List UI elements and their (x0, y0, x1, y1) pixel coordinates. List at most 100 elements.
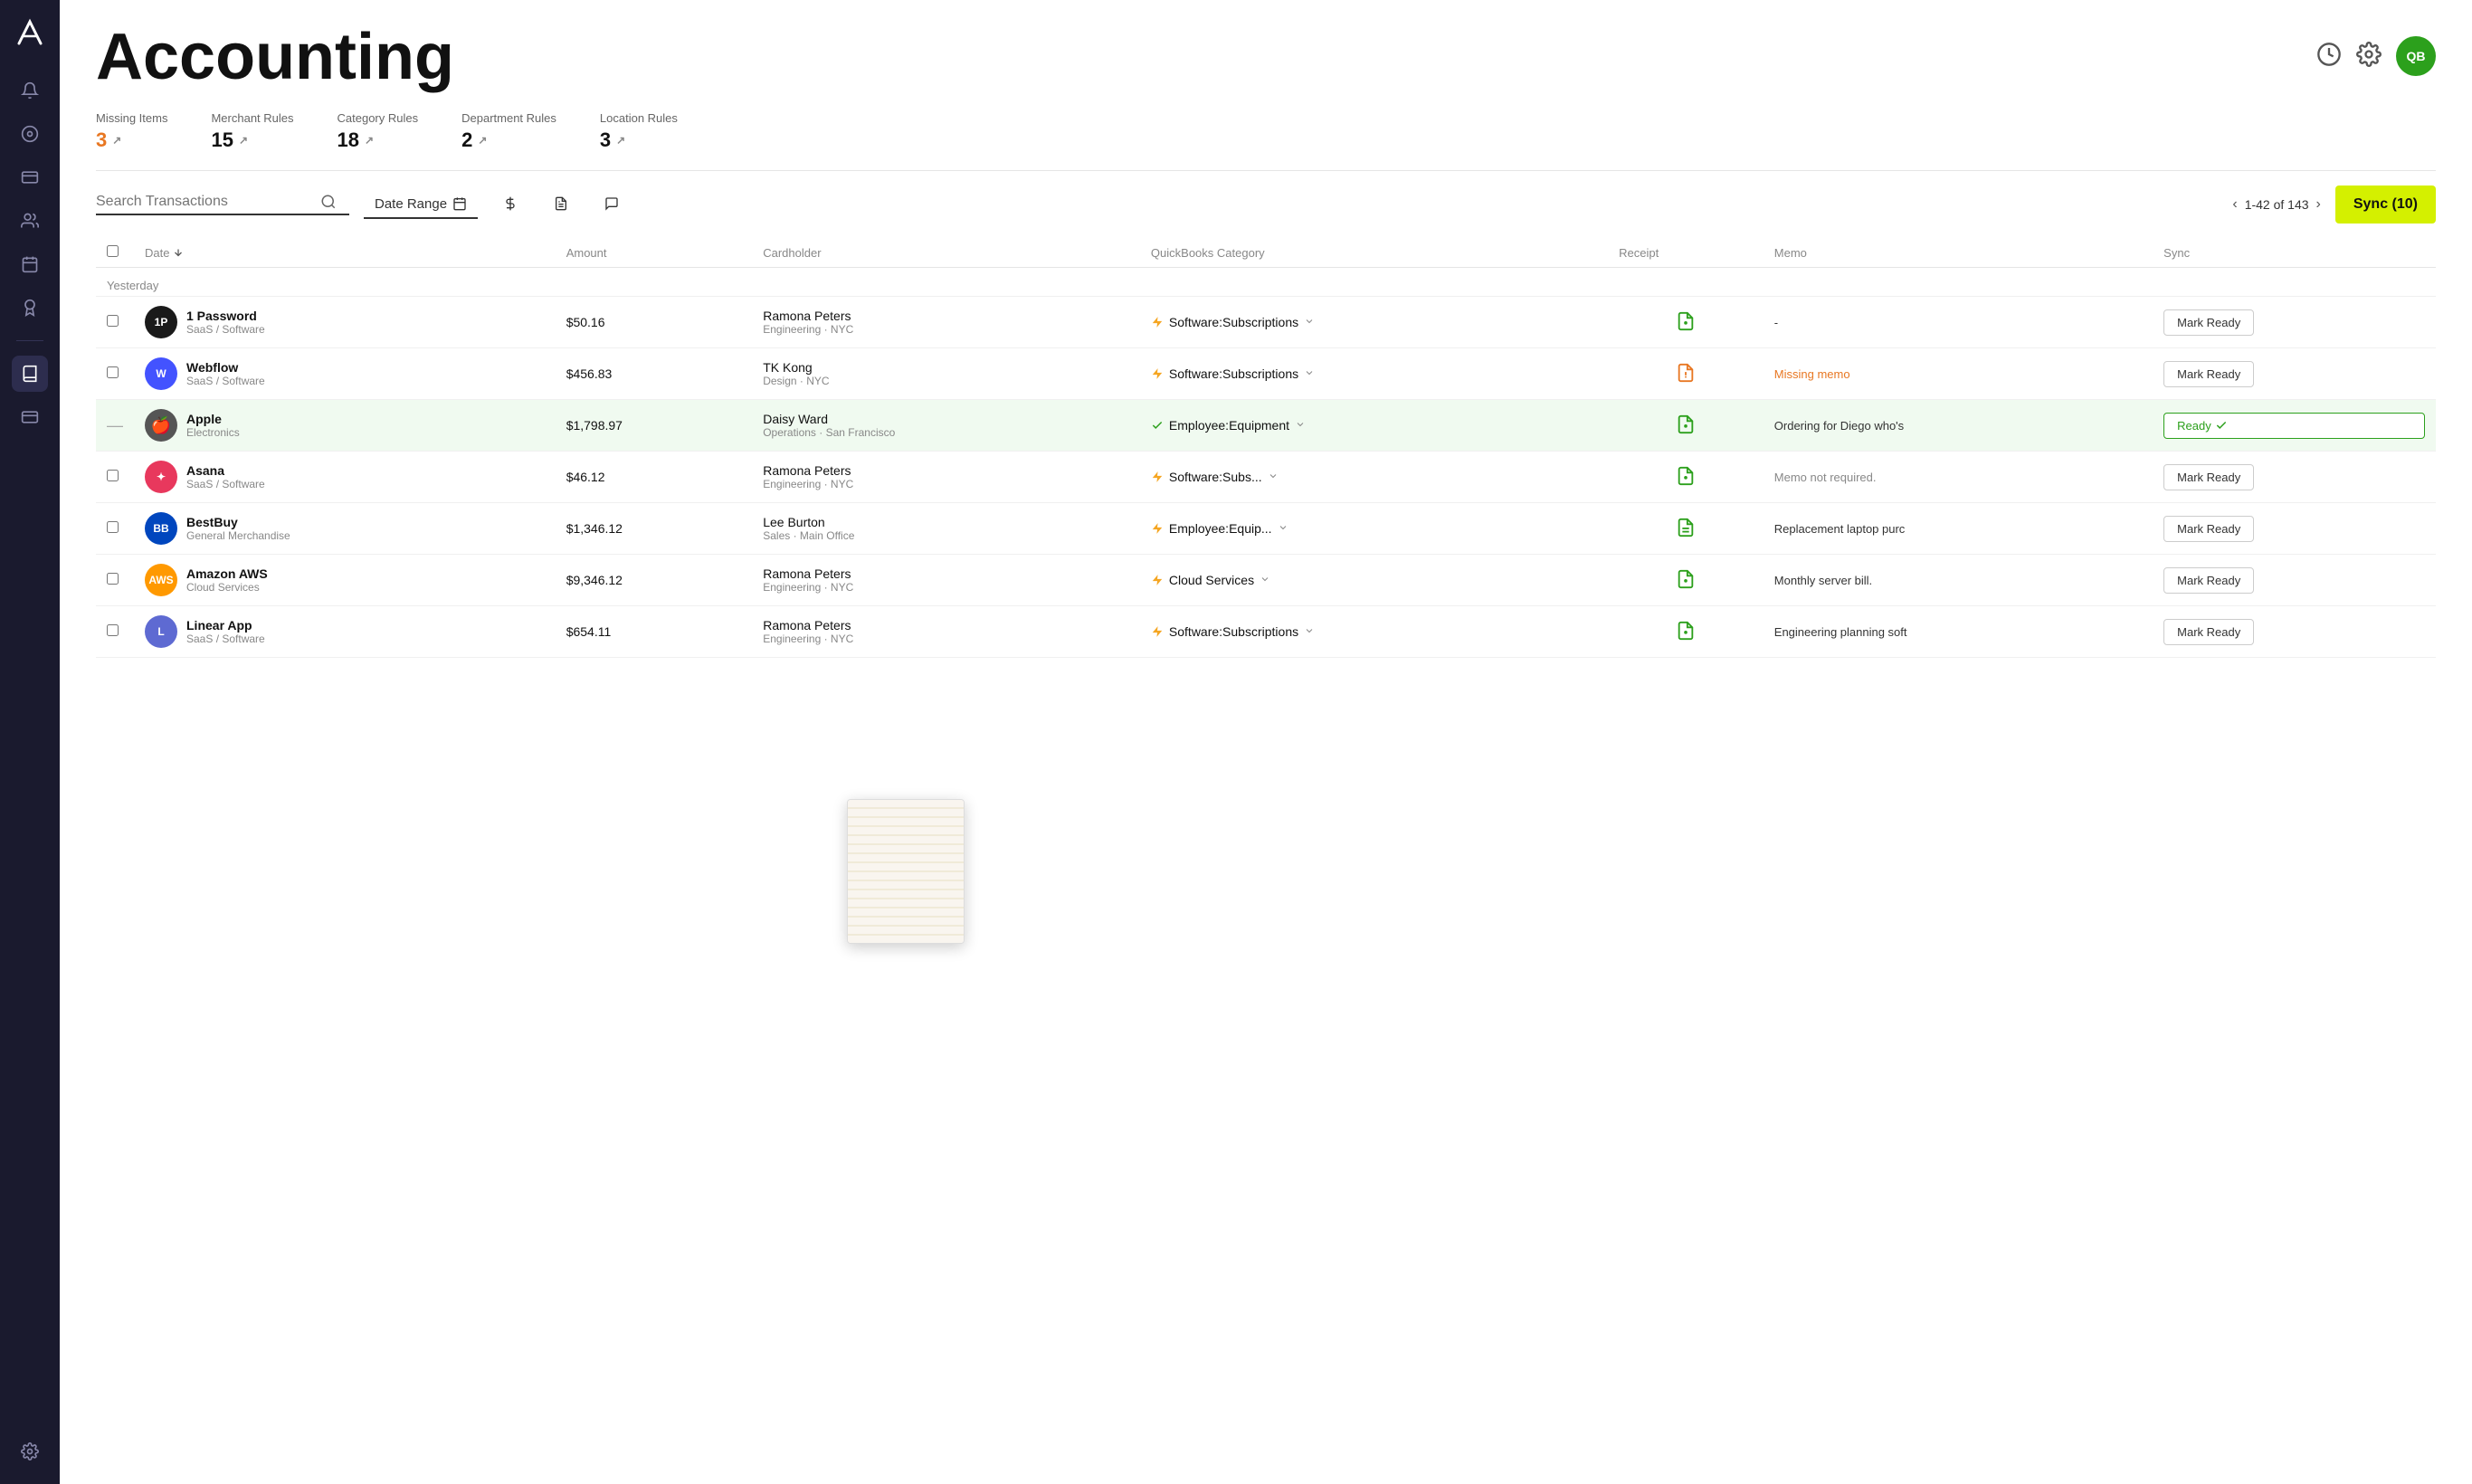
row-checkbox[interactable] (107, 315, 119, 327)
memo-cell: Replacement laptop purc (1764, 503, 2153, 555)
table-row: L Linear App SaaS / Software $654.11 Ram… (96, 606, 2436, 658)
row-checkbox[interactable] (107, 624, 119, 636)
row-checkbox[interactable] (107, 470, 119, 481)
date-cell: L Linear App SaaS / Software (134, 606, 556, 658)
sync-button[interactable]: Sync (10) (2335, 186, 2436, 224)
transactions-table-container: Date Amount Cardholder QuickBooks Catego… (60, 238, 2472, 1484)
table-row: W Webflow SaaS / Software $456.83 TK Kon… (96, 348, 2436, 400)
category-chevron[interactable] (1260, 574, 1270, 587)
mark-ready-button[interactable]: Mark Ready (2163, 516, 2254, 542)
merchant-rules-expand[interactable]: ↗ (239, 134, 248, 147)
category-chevron[interactable] (1278, 522, 1288, 536)
sidebar-item-notifications[interactable] (12, 72, 48, 109)
search-icon (320, 194, 337, 210)
mark-ready-button[interactable]: Mark Ready (2163, 619, 2254, 645)
history-icon[interactable] (2316, 42, 2342, 71)
header-actions: QB (2316, 22, 2436, 76)
cardholder-cell: Lee Burton Sales · Main Office (752, 503, 1140, 555)
stat-merchant-rules: Merchant Rules 15 ↗ (211, 111, 293, 152)
date-range-btn[interactable]: Date Range (364, 191, 478, 219)
lightning-icon (1151, 522, 1164, 535)
sidebar-divider-1 (16, 340, 43, 341)
cardholder-dept: Design · NYC (763, 375, 1129, 387)
select-all-checkbox[interactable] (107, 245, 119, 257)
amount-cell: $50.16 (556, 297, 753, 348)
sync-cell: Mark Ready (2153, 503, 2436, 555)
cardholder-dept: Engineering · NYC (763, 633, 1129, 645)
app-logo (12, 14, 48, 51)
sidebar-item-settings[interactable] (12, 1433, 48, 1470)
cardholder-dept: Operations · San Francisco (763, 426, 1129, 439)
location-rules-expand[interactable]: ↗ (616, 134, 625, 147)
category-chevron[interactable] (1268, 471, 1279, 484)
memo-filter-btn[interactable] (594, 191, 630, 218)
amount-filter-btn[interactable] (492, 191, 528, 218)
receipt-green-icon[interactable] (1676, 414, 1696, 434)
receipt-green-icon[interactable] (1676, 466, 1696, 486)
department-rules-expand[interactable]: ↗ (478, 134, 487, 147)
merchant-type: Cloud Services (186, 581, 268, 594)
receipt-orange-icon[interactable] (1676, 363, 1696, 383)
category-chevron[interactable] (1304, 316, 1315, 329)
merchant-name: BestBuy (186, 515, 290, 529)
cardholder-name: Ramona Peters (763, 463, 1129, 478)
page-info: 1-42 of 143 (2245, 197, 2309, 212)
search-input[interactable] (96, 194, 313, 210)
sidebar-item-accounting[interactable] (12, 356, 48, 392)
receipt-green-icon[interactable] (1676, 569, 1696, 589)
mark-ready-button[interactable]: Mark Ready (2163, 567, 2254, 594)
receipt-cell (1608, 606, 1764, 658)
row-checkbox[interactable] (107, 366, 119, 378)
mark-ready-button[interactable]: Mark Ready (2163, 309, 2254, 336)
merchant-name: Webflow (186, 360, 265, 375)
qb-category-cell: Employee:Equip... (1140, 503, 1608, 555)
category-chevron[interactable] (1304, 625, 1315, 639)
col-memo: Memo (1764, 238, 2153, 268)
settings-icon[interactable] (2356, 42, 2382, 71)
category-chevron[interactable] (1304, 367, 1315, 381)
merchant-logo: L (145, 615, 177, 648)
page-header: Accounting QB (60, 0, 2472, 93)
receipt-doc-icon[interactable] (1676, 518, 1696, 537)
qb-category-cell: Software:Subscriptions (1140, 297, 1608, 348)
receipt-green-icon[interactable] (1676, 621, 1696, 641)
row-checkbox[interactable] (107, 573, 119, 585)
sidebar-item-dashboard[interactable] (12, 116, 48, 152)
sidebar-item-cards[interactable] (12, 399, 48, 435)
sidebar-item-rewards[interactable] (12, 290, 48, 326)
merchant-cell: 1P 1 Password SaaS / Software (145, 306, 545, 338)
mark-ready-button[interactable]: Mark Ready (2163, 464, 2254, 490)
amount-cell: $46.12 (556, 452, 753, 503)
next-page-btn[interactable]: › (2316, 196, 2321, 213)
sidebar-item-people[interactable] (12, 203, 48, 239)
memo-cell: - (1764, 297, 2153, 348)
table-row: AWS Amazon AWS Cloud Services $9,346.12 … (96, 555, 2436, 606)
col-qb-category: QuickBooks Category (1140, 238, 1608, 268)
merchant-name: Amazon AWS (186, 566, 268, 581)
sidebar-item-calendar[interactable] (12, 246, 48, 282)
cardholder-cell: TK Kong Design · NYC (752, 348, 1140, 400)
receipt-filter-btn[interactable] (543, 191, 579, 218)
category-rules-expand[interactable]: ↗ (365, 134, 374, 147)
calendar-icon (452, 196, 467, 211)
amount-cell: $654.11 (556, 606, 753, 658)
stat-missing-items: Missing Items 3 ↗ (96, 111, 167, 152)
sync-cell: Mark Ready (2153, 348, 2436, 400)
receipt-green-icon[interactable] (1676, 311, 1696, 331)
qb-avatar[interactable]: QB (2396, 36, 2436, 76)
col-date: Date (134, 238, 556, 268)
prev-page-btn[interactable]: ‹ (2232, 196, 2237, 213)
qb-category-cell: Cloud Services (1140, 555, 1608, 606)
row-checkbox[interactable] (107, 521, 119, 533)
cardholder-name: Ramona Peters (763, 309, 1129, 323)
sidebar-item-bills[interactable] (12, 159, 48, 195)
merchant-name: 1 Password (186, 309, 265, 323)
category-chevron[interactable] (1295, 419, 1306, 433)
cardholder-cell: Ramona Peters Engineering · NYC (752, 452, 1140, 503)
category-name: Employee:Equipment (1169, 418, 1289, 433)
merchant-cell: BB BestBuy General Merchandise (145, 512, 545, 545)
missing-items-expand[interactable]: ↗ (112, 134, 121, 147)
mark-ready-button[interactable]: Mark Ready (2163, 361, 2254, 387)
merchant-cell: AWS Amazon AWS Cloud Services (145, 564, 545, 596)
merchant-name: Linear App (186, 618, 265, 633)
